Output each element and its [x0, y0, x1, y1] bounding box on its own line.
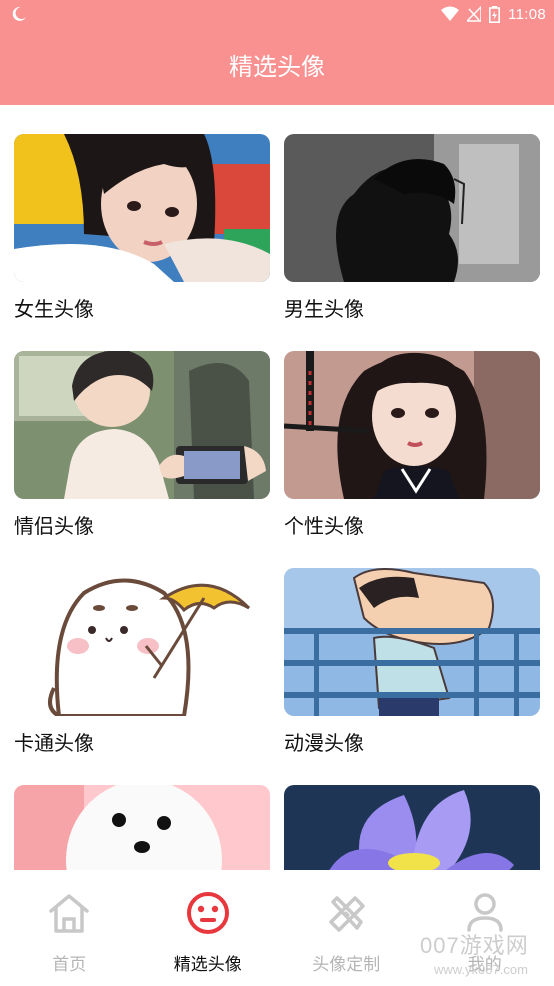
- boy-avatar-image: [284, 134, 540, 282]
- no-signal-icon: [467, 6, 482, 22]
- category-label: 卡通头像: [14, 731, 94, 755]
- watermark: 007游戏网 www.yx007.com: [420, 928, 550, 984]
- category-card-anime[interactable]: 动漫头像: [284, 568, 540, 756]
- category-thumbnail: [284, 785, 540, 870]
- category-thumbnail: [284, 134, 540, 282]
- category-card-scenery[interactable]: [284, 785, 540, 870]
- category-card-couple[interactable]: 情侣头像: [14, 351, 270, 539]
- home-icon: [49, 894, 89, 933]
- watermark-url: www.yx007.com: [434, 962, 528, 977]
- status-bar: 11:08: [0, 0, 554, 28]
- category-grid: 女生头像 男生头像 情侣头像 个性头像 卡通头像 动漫头像: [0, 105, 554, 870]
- watermark-text: 007游戏网: [420, 933, 529, 958]
- category-label: 男生头像: [284, 297, 364, 321]
- tools-icon: [329, 896, 365, 932]
- couple-avatar-image: [14, 351, 270, 499]
- category-card-pet[interactable]: [14, 785, 270, 870]
- page-title: 精选头像: [229, 53, 325, 81]
- nav-home-label: 首页: [52, 955, 87, 975]
- cartoon-avatar-image: [14, 568, 270, 716]
- girl-avatar-image: [14, 134, 270, 282]
- nav-home[interactable]: 首页: [0, 870, 139, 986]
- category-thumbnail: [284, 568, 540, 716]
- category-thumbnail: [14, 134, 270, 282]
- personality-avatar-image: [284, 351, 540, 499]
- app-header: 11:08 精选头像: [0, 0, 554, 105]
- anime-avatar-image: [284, 568, 540, 716]
- nav-custom[interactable]: 头像定制: [277, 870, 416, 986]
- category-label: 情侣头像: [14, 514, 94, 538]
- category-card-personality[interactable]: 个性头像: [284, 351, 540, 539]
- category-thumbnail: [14, 568, 270, 716]
- moon-icon: [12, 6, 26, 21]
- nav-custom-label: 头像定制: [312, 955, 381, 975]
- category-thumbnail: [14, 351, 270, 499]
- nav-featured[interactable]: 精选头像: [139, 870, 278, 986]
- category-card-boy[interactable]: 男生头像: [284, 134, 540, 322]
- category-label: 动漫头像: [284, 731, 364, 755]
- status-icons: 11:08: [441, 4, 546, 24]
- wifi-icon: [441, 6, 460, 21]
- category-thumbnail: [284, 351, 540, 499]
- flower-avatar-image: [284, 785, 540, 870]
- nav-featured-label: 精选头像: [173, 955, 242, 975]
- category-card-cartoon[interactable]: 卡通头像: [14, 568, 270, 756]
- pet-avatar-image: [14, 785, 270, 870]
- face-icon: [186, 892, 229, 934]
- battery-icon: [489, 5, 501, 23]
- category-label: 个性头像: [284, 514, 364, 538]
- status-time: 11:08: [508, 5, 546, 23]
- category-card-girl[interactable]: 女生头像: [14, 134, 270, 322]
- category-label: 女生头像: [14, 297, 94, 321]
- category-thumbnail: [14, 785, 270, 870]
